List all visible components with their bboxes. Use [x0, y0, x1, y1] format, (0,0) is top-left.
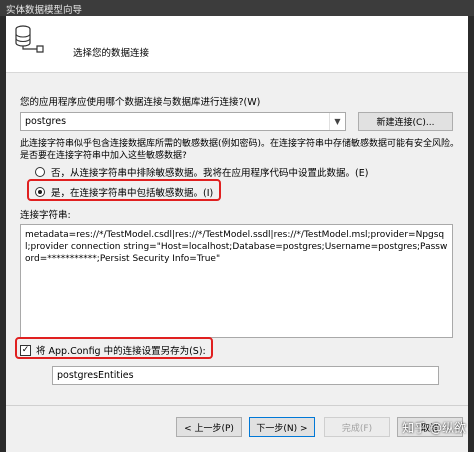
page-title: 选择您的数据连接 [73, 48, 150, 59]
sensitive-data-question: 是否要在连接字符串中加入这些敏感数据? [20, 151, 187, 161]
footer-divider [6, 405, 468, 406]
chevron-down-icon[interactable]: ▼ [329, 113, 345, 130]
new-connection-button[interactable]: 新建连接(C)... [358, 112, 453, 131]
highlight-box-include-sensitive [27, 179, 221, 201]
exclude-sensitive-label: 否，从连接字符串中排除敏感数据。我将在应用程序代码中设置此数据。(E) [51, 168, 369, 179]
finish-button[interactable]: 完成(F) [324, 417, 390, 437]
entity-name-input[interactable] [52, 366, 439, 385]
highlight-box-save-config [15, 337, 213, 359]
connection-select[interactable]: postgres ▼ [20, 112, 346, 131]
next-button[interactable]: 下一步(N) > [249, 417, 315, 437]
watermark: 知乎 @纵欲 [402, 421, 466, 435]
connection-select-value: postgres [25, 116, 67, 127]
previous-button[interactable]: < 上一步(P) [176, 417, 242, 437]
connection-string-label: 连接字符串: [20, 210, 71, 221]
connection-question-label: 您的应用程序应使用哪个数据连接与数据库进行连接?(W) [20, 97, 261, 108]
window-title: 实体数据模型向导 [6, 5, 83, 16]
connection-string-textbox[interactable]: metadata=res://*/TestModel.csdl|res://*/… [20, 224, 453, 338]
wizard-dialog: 选择您的数据连接 您的应用程序应使用哪个数据连接与数据库进行连接?(W) pos… [6, 16, 468, 452]
title-bar: 实体数据模型向导 [0, 0, 474, 16]
sensitive-data-warning: 此连接字符串似乎包含连接数据库所需的敏感数据(例如密码)。在连接字符串中存储敏感… [20, 139, 460, 149]
exclude-sensitive-radio[interactable]: 否，从连接字符串中排除敏感数据。我将在应用程序代码中设置此数据。(E) [35, 165, 368, 179]
radio-unchecked-icon[interactable] [35, 167, 45, 177]
wizard-header: 选择您的数据连接 [6, 16, 468, 73]
database-connection-icon [15, 25, 44, 53]
